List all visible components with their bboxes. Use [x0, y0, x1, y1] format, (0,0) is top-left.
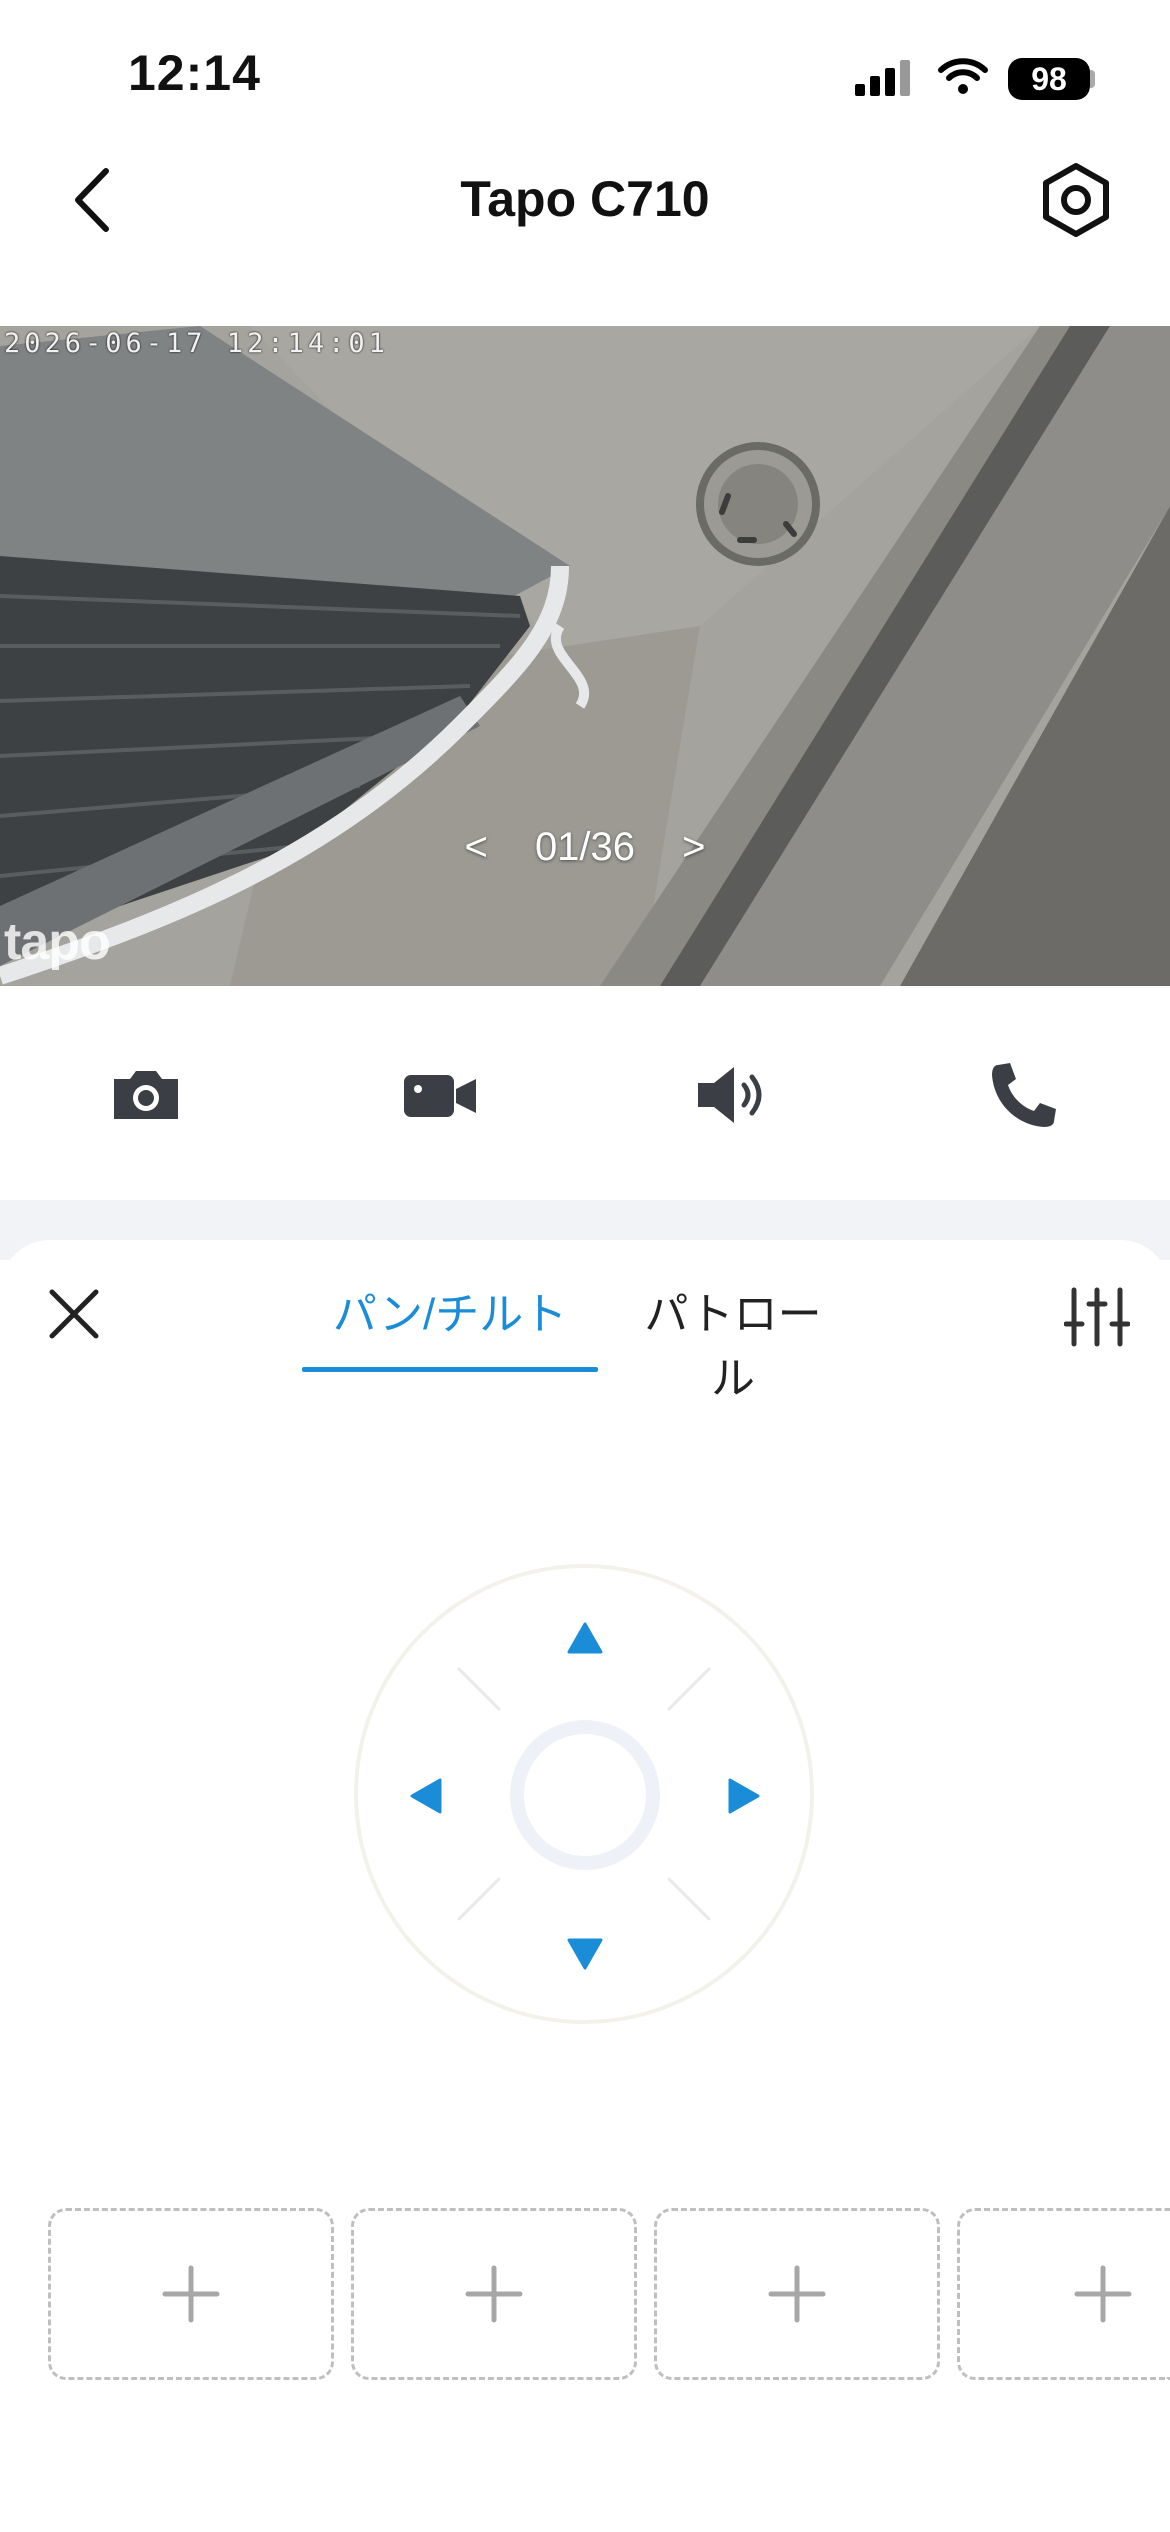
plus-icon [1074, 2265, 1132, 2323]
camera-icon[interactable] [106, 1055, 186, 1135]
pager-counter: 01/36 [534, 825, 636, 869]
cellular-signal-icon [855, 60, 910, 96]
pager-next-button[interactable]: > [682, 825, 705, 870]
tab-pan-tilt[interactable]: パン/チルト [302, 1278, 598, 1342]
joystick-center-button[interactable] [510, 1720, 660, 1870]
video-timestamp: 2026-06-17 12:14:01 [4, 328, 389, 359]
wifi-icon [938, 58, 988, 94]
plus-icon [768, 2265, 826, 2323]
preset-slot-add-button[interactable] [957, 2208, 1170, 2380]
status-time: 12:14 [128, 45, 261, 101]
close-icon[interactable] [44, 1284, 104, 1344]
adjust-sliders-icon[interactable] [1064, 1284, 1130, 1350]
phone-icon[interactable] [984, 1055, 1064, 1135]
pan-left-arrow-icon[interactable] [408, 1776, 448, 1816]
battery-nub [1090, 70, 1095, 88]
plus-icon [465, 2265, 523, 2323]
pager-prev-button[interactable]: < [464, 825, 487, 870]
preset-slot-add-button[interactable] [48, 2208, 334, 2380]
tilt-up-arrow-icon[interactable] [565, 1620, 605, 1660]
video-record-icon[interactable] [400, 1055, 480, 1135]
camera-live-view[interactable] [0, 326, 1170, 986]
plus-icon [162, 2265, 220, 2323]
camera-pager: < 01/36 > [0, 825, 1170, 870]
preset-slot-add-button[interactable] [654, 2208, 940, 2380]
speaker-icon[interactable] [692, 1055, 772, 1135]
page-title: Tapo C710 [460, 171, 710, 227]
preset-slot-add-button[interactable] [351, 2208, 637, 2380]
pan-right-arrow-icon[interactable] [722, 1776, 762, 1816]
tapo-watermark: tapo [4, 913, 111, 971]
tilt-down-arrow-icon[interactable] [565, 1932, 605, 1972]
tab-patrol[interactable]: パトロール [626, 1278, 840, 1406]
active-tab-indicator [302, 1367, 598, 1372]
settings-gear-icon[interactable] [1036, 160, 1116, 240]
battery-indicator: 98 [1008, 58, 1090, 100]
